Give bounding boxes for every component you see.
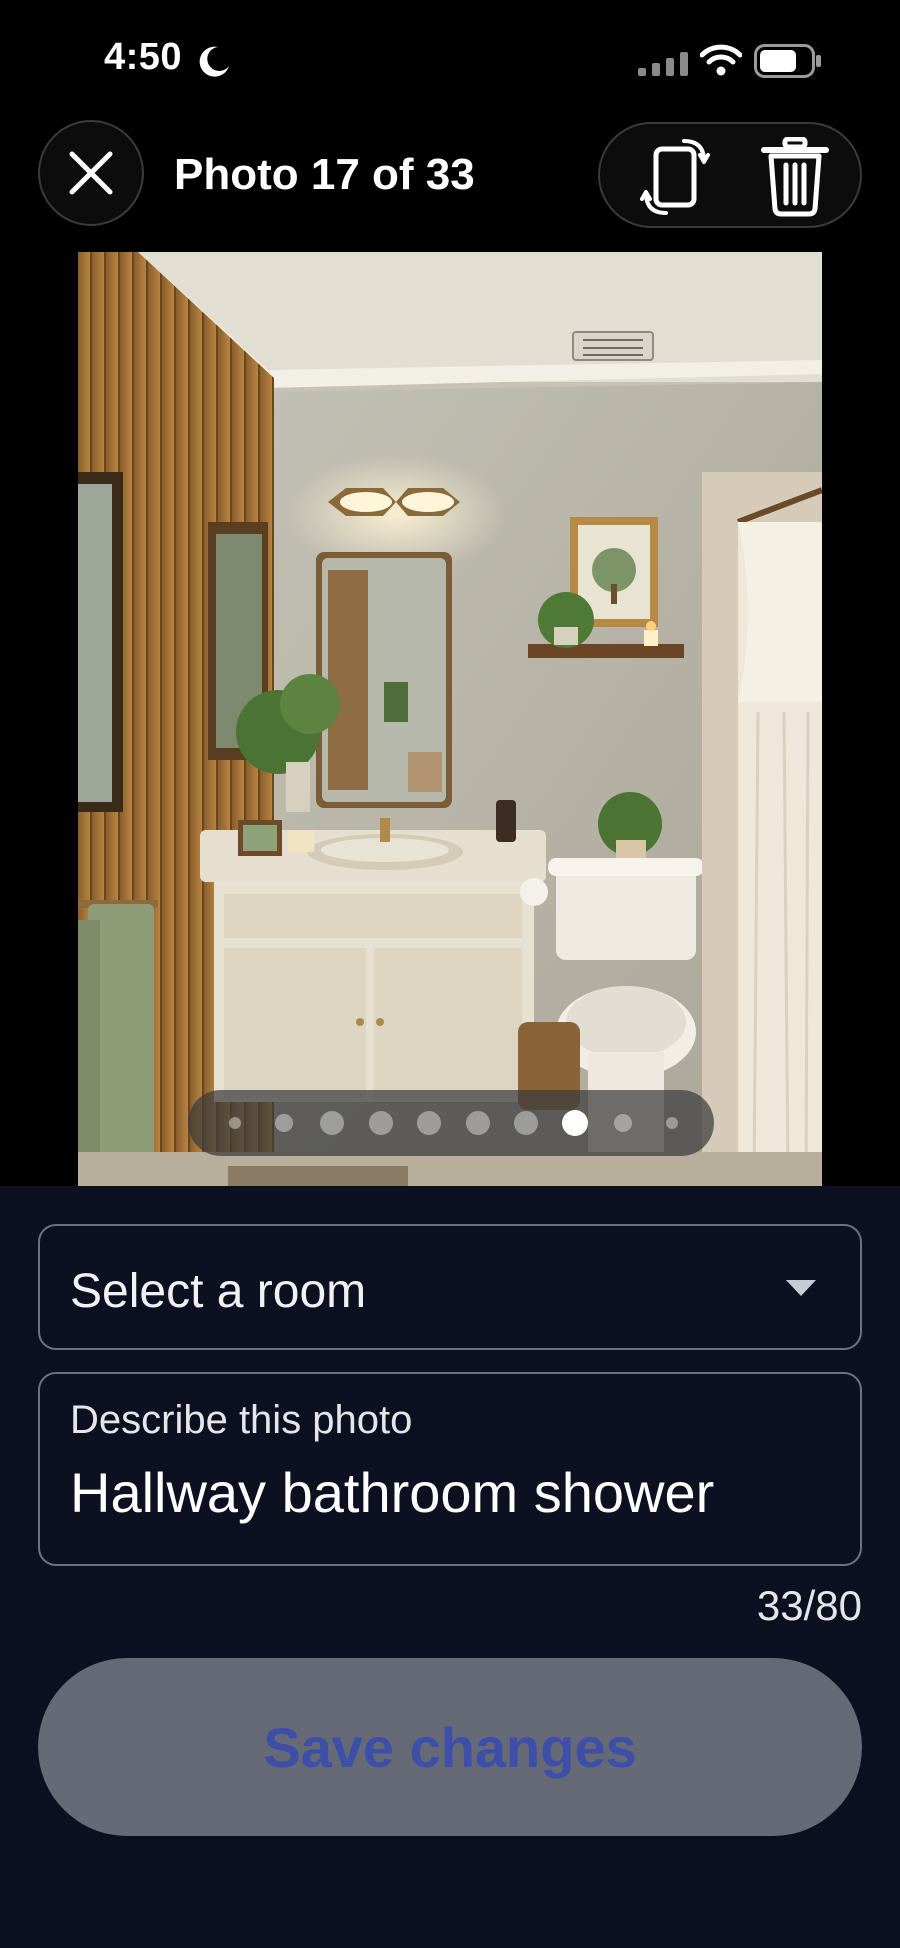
- rotate-button[interactable]: [630, 132, 720, 222]
- character-count: 33/80: [756, 1582, 862, 1629]
- photo-editor-screen: 4:50 Photo 17 of 33 Select a room Descri…: [0, 0, 900, 1948]
- pager-dot-active[interactable]: [561, 1110, 588, 1136]
- room-select[interactable]: Select a room: [38, 1224, 862, 1350]
- pager-dot[interactable]: [665, 1117, 678, 1129]
- description-label: Describe this photo: [70, 1398, 413, 1442]
- room-select-placeholder: Select a room: [70, 1265, 367, 1318]
- pager-dot[interactable]: [274, 1114, 293, 1132]
- status-time: 4:50: [104, 36, 183, 78]
- moon-icon: [199, 46, 229, 77]
- description-input[interactable]: Hallway bathroom shower: [70, 1460, 714, 1525]
- pager-dot[interactable]: [368, 1111, 393, 1135]
- photo-pager[interactable]: [188, 1090, 714, 1156]
- save-changes-button[interactable]: Save changes: [38, 1658, 862, 1836]
- pager-dot[interactable]: [417, 1111, 441, 1135]
- delete-button[interactable]: [750, 132, 840, 222]
- photo-details-sheet: Select a room Describe this photo Hallwa…: [0, 1186, 900, 1948]
- close-button[interactable]: [38, 120, 144, 226]
- pager-dot[interactable]: [614, 1114, 632, 1132]
- rotate-icon: [640, 139, 710, 215]
- photo-counter: Photo 17 of 33: [174, 150, 475, 199]
- pager-dot[interactable]: [465, 1111, 490, 1135]
- photo-viewer[interactable]: [78, 252, 822, 1186]
- trash-icon: [761, 137, 829, 217]
- pager-dot[interactable]: [229, 1117, 241, 1129]
- status-bar: 4:50: [0, 0, 900, 110]
- pager-dot[interactable]: [514, 1111, 538, 1135]
- description-field[interactable]: Describe this photo Hallway bathroom sho…: [38, 1372, 862, 1566]
- caret-down-icon: [786, 1280, 816, 1296]
- save-changes-label: Save changes: [263, 1715, 637, 1779]
- battery-icon: [754, 44, 821, 78]
- wifi-icon: [700, 44, 742, 76]
- pager-dot[interactable]: [320, 1111, 344, 1135]
- close-icon: [69, 151, 113, 195]
- bathroom-photo: [78, 252, 822, 1186]
- photo-actions: [598, 122, 862, 228]
- signal-icon: [638, 52, 688, 76]
